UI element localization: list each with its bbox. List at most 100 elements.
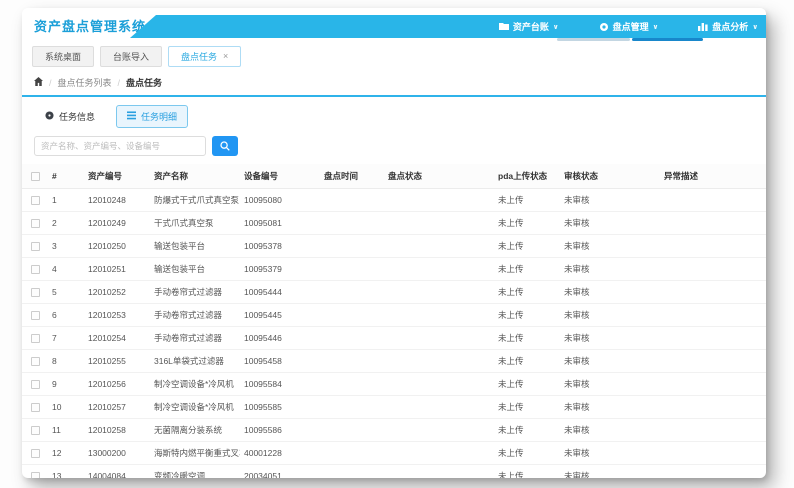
table-cell: 9 bbox=[48, 372, 84, 396]
table-cell: 未审核 bbox=[560, 395, 660, 419]
app-header: 资产盘点管理系统 资产台账 ∨ 盘点管理 ∨ 盘点分析 ∨ bbox=[22, 8, 766, 38]
top-nav-items: 资产台账 ∨ 盘点管理 ∨ 盘点分析 ∨ bbox=[498, 20, 766, 33]
table-cell: 未上传 bbox=[494, 349, 560, 373]
table-cell: 未上传 bbox=[494, 418, 560, 442]
subtab-label: 任务信息 bbox=[59, 112, 96, 122]
row-checkbox[interactable] bbox=[31, 380, 40, 390]
task-detail-table: # 资产编号 资产名称 设备编号 盘点时间 盘点状态 pda上传状态 审核状态 … bbox=[22, 164, 766, 478]
table-cell bbox=[384, 257, 494, 281]
select-all-checkbox[interactable] bbox=[31, 172, 40, 182]
info-circle-icon bbox=[45, 111, 54, 122]
row-checkbox[interactable] bbox=[31, 219, 40, 229]
table-cell bbox=[22, 280, 48, 304]
table-cell: 12 bbox=[48, 441, 84, 465]
row-checkbox[interactable] bbox=[31, 242, 40, 252]
nav-item-inventory-analysis[interactable]: 盘点分析 ∨ bbox=[698, 20, 758, 33]
table-cell bbox=[384, 349, 494, 373]
search-input[interactable] bbox=[34, 136, 206, 156]
table-cell: 防爆式干式爪式真空泵 bbox=[150, 188, 240, 212]
table-cell bbox=[320, 303, 384, 327]
table-cell: 未上传 bbox=[494, 234, 560, 258]
table-cell: 2 bbox=[48, 211, 84, 235]
table-cell bbox=[384, 326, 494, 350]
table-cell: 未上传 bbox=[494, 303, 560, 327]
table-cell bbox=[660, 303, 766, 327]
table-cell bbox=[320, 234, 384, 258]
table-cell bbox=[660, 464, 766, 478]
table-cell: 未审核 bbox=[560, 349, 660, 373]
row-checkbox[interactable] bbox=[31, 357, 40, 367]
table-cell: 干式爪式真空泵 bbox=[150, 211, 240, 235]
table-cell: 13 bbox=[48, 464, 84, 478]
row-checkbox[interactable] bbox=[31, 288, 40, 298]
search-button[interactable] bbox=[212, 136, 238, 156]
table-cell: 3 bbox=[48, 234, 84, 258]
table-cell bbox=[22, 464, 48, 478]
breadcrumb-item-task-list[interactable]: 盘点任务列表 bbox=[58, 76, 112, 89]
row-checkbox[interactable] bbox=[31, 311, 40, 321]
tab-ledger-import[interactable]: 台账导入 bbox=[100, 46, 163, 67]
table-cell bbox=[22, 211, 48, 235]
list-icon bbox=[127, 111, 137, 122]
nav-item-label: 盘点分析 bbox=[712, 22, 749, 32]
row-checkbox[interactable] bbox=[31, 265, 40, 275]
table-cell: 40001228 bbox=[240, 441, 320, 465]
table-cell: 4 bbox=[48, 257, 84, 281]
table-cell: 12010258 bbox=[84, 418, 150, 442]
row-checkbox[interactable] bbox=[31, 472, 40, 478]
table-header-row: # 资产编号 资产名称 设备编号 盘点时间 盘点状态 pda上传状态 审核状态 … bbox=[22, 164, 766, 189]
chevron-down-icon: ∨ bbox=[652, 23, 659, 31]
home-icon[interactable] bbox=[34, 77, 43, 88]
table-cell bbox=[320, 257, 384, 281]
app-window: 资产盘点管理系统 资产台账 ∨ 盘点管理 ∨ 盘点分析 ∨ 系统桌面 台账导入 … bbox=[22, 8, 766, 478]
tab-inventory-task[interactable]: 盘点任务 × bbox=[168, 46, 242, 67]
top-navbar: 资产台账 ∨ 盘点管理 ∨ 盘点分析 ∨ bbox=[130, 15, 766, 38]
table-cell: 未审核 bbox=[560, 441, 660, 465]
row-checkbox[interactable] bbox=[31, 334, 40, 344]
chevron-down-icon: ∨ bbox=[752, 23, 758, 31]
tab-bar: 系统桌面 台账导入 盘点任务 × bbox=[22, 41, 766, 71]
table-cell: 未上传 bbox=[494, 326, 560, 350]
table-cell bbox=[22, 441, 48, 465]
table-cell bbox=[660, 211, 766, 235]
table-cell bbox=[384, 188, 494, 212]
table-header-cell: 盘点状态 bbox=[384, 164, 494, 189]
table-cell bbox=[660, 326, 766, 350]
table-cell: 未审核 bbox=[560, 418, 660, 442]
row-checkbox[interactable] bbox=[31, 426, 40, 436]
row-checkbox[interactable] bbox=[31, 403, 40, 413]
row-checkbox[interactable] bbox=[31, 449, 40, 459]
tab-label: 台账导入 bbox=[113, 52, 150, 62]
table-cell bbox=[320, 280, 384, 304]
table-cell: 未审核 bbox=[560, 257, 660, 281]
table-cell bbox=[22, 303, 48, 327]
table-cell: 12010254 bbox=[84, 326, 150, 350]
subtab-task-detail[interactable]: 任务明细 bbox=[116, 105, 189, 128]
table-cell: 316L单袋式过滤器 bbox=[150, 349, 240, 373]
table-header-cell bbox=[22, 164, 48, 189]
folder-icon bbox=[498, 22, 509, 31]
close-icon[interactable]: × bbox=[223, 52, 228, 61]
tab-system-desktop[interactable]: 系统桌面 bbox=[32, 46, 95, 67]
table-row: 3 12010250 输送包装平台 10095378 未上传 未审核 bbox=[22, 234, 766, 258]
table-cell: 7 bbox=[48, 326, 84, 350]
nav-item-asset-ledger[interactable]: 资产台账 ∨ bbox=[498, 20, 559, 33]
subtab-task-info[interactable]: 任务信息 bbox=[34, 105, 106, 128]
nav-indicator-row bbox=[22, 38, 766, 41]
row-checkbox[interactable] bbox=[31, 196, 40, 206]
table-cell: 11 bbox=[48, 418, 84, 442]
table-cell: 制冷空调设备*冷风机 bbox=[150, 372, 240, 396]
table-cell bbox=[660, 234, 766, 258]
table-header-cell: 资产编号 bbox=[84, 164, 150, 189]
chart-icon bbox=[698, 22, 708, 31]
table-row: 13 14004084 变频冷暖空调 20034051 未上传 未审核 bbox=[22, 464, 766, 478]
search-icon bbox=[220, 139, 230, 154]
table-cell bbox=[384, 280, 494, 304]
table-row: 11 12010258 无菌隔离分装系统 10095586 未上传 未审核 bbox=[22, 418, 766, 442]
table-cell bbox=[660, 257, 766, 281]
nav-item-inventory-manage[interactable]: 盘点管理 ∨ bbox=[599, 20, 659, 33]
gear-icon bbox=[599, 22, 609, 32]
table-cell: 13000200 bbox=[84, 441, 150, 465]
table-cell bbox=[384, 441, 494, 465]
table-cell bbox=[660, 188, 766, 212]
